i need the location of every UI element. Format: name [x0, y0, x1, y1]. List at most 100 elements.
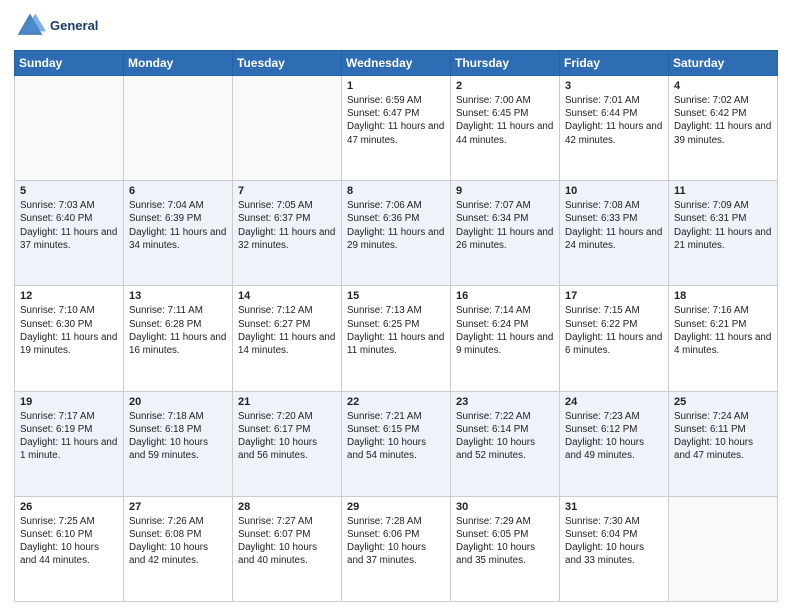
day-cell [15, 76, 124, 181]
day-number: 5 [20, 185, 118, 197]
day-cell: 27 Sunrise: 7:26 AM Sunset: 6:08 PM Dayli… [124, 496, 233, 601]
day-cell: 25 Sunrise: 7:24 AM Sunset: 6:11 PM Dayli… [669, 391, 778, 496]
day-number: 8 [347, 185, 445, 197]
logo: General [14, 10, 98, 42]
day-info: Sunrise: 7:25 AM Sunset: 6:10 PM Dayligh… [20, 515, 118, 568]
day-number: 25 [674, 396, 772, 408]
day-info: Sunrise: 7:28 AM Sunset: 6:06 PM Dayligh… [347, 515, 445, 568]
day-cell: 21Sunrise: 7:20 AM Sunset: 6:17 PM Dayli… [233, 391, 342, 496]
weekday-header-saturday: Saturday [669, 51, 778, 76]
day-info: Sunrise: 7:27 AM Sunset: 6:07 PM Dayligh… [238, 515, 336, 568]
weekday-header-tuesday: Tuesday [233, 51, 342, 76]
day-info: Sunrise: 7:17 AM Sunset: 6:19 PM Dayligh… [20, 410, 118, 463]
week-row-1: 1Sunrise: 6:59 AM Sunset: 6:47 PM Daylig… [15, 76, 778, 181]
day-cell: 20 Sunrise: 7:18 AM Sunset: 6:18 PM Dayli… [124, 391, 233, 496]
day-cell: 23Sunrise: 7:22 AM Sunset: 6:14 PM Dayli… [451, 391, 560, 496]
day-cell: 1Sunrise: 6:59 AM Sunset: 6:47 PM Daylig… [342, 76, 451, 181]
day-number: 11 [674, 185, 772, 197]
day-info: Sunrise: 7:26 AM Sunset: 6:08 PM Dayligh… [129, 515, 227, 568]
day-number: 3 [565, 80, 663, 92]
day-cell: 3 Sunrise: 7:01 AM Sunset: 6:44 PM Daylig… [560, 76, 669, 181]
weekday-header-row: SundayMondayTuesdayWednesdayThursdayFrid… [15, 51, 778, 76]
day-info: Sunrise: 7:12 AM Sunset: 6:27 PM Dayligh… [238, 304, 336, 357]
day-info: Sunrise: 7:05 AM Sunset: 6:37 PM Dayligh… [238, 199, 336, 252]
day-number: 24 [565, 396, 663, 408]
day-number: 27 [129, 501, 227, 513]
day-info: Sunrise: 7:09 AM Sunset: 6:31 PM Dayligh… [674, 199, 772, 252]
day-number: 16 [456, 290, 554, 302]
weekday-header-sunday: Sunday [15, 51, 124, 76]
day-number: 30 [456, 501, 554, 513]
day-info: Sunrise: 7:11 AM Sunset: 6:28 PM Dayligh… [129, 304, 227, 357]
week-row-3: 12 Sunrise: 7:10 AM Sunset: 6:30 PM Dayli… [15, 286, 778, 391]
day-number: 10 [565, 185, 663, 197]
logo-text: General [50, 19, 98, 33]
day-info: Sunrise: 7:13 AM Sunset: 6:25 PM Dayligh… [347, 304, 445, 357]
day-number: 29 [347, 501, 445, 513]
day-cell [124, 76, 233, 181]
day-cell: 8 Sunrise: 7:06 AM Sunset: 6:36 PM Daylig… [342, 181, 451, 286]
day-info: Sunrise: 7:00 AM Sunset: 6:45 PM Dayligh… [456, 94, 554, 147]
day-number: 21 [238, 396, 336, 408]
day-info: Sunrise: 7:21 AM Sunset: 6:15 PM Dayligh… [347, 410, 445, 463]
day-info: Sunrise: 7:14 AM Sunset: 6:24 PM Dayligh… [456, 304, 554, 357]
day-number: 2 [456, 80, 554, 92]
day-number: 20 [129, 396, 227, 408]
day-cell: 26 Sunrise: 7:25 AM Sunset: 6:10 PM Dayli… [15, 496, 124, 601]
day-number: 13 [129, 290, 227, 302]
day-info: Sunrise: 7:04 AM Sunset: 6:39 PM Dayligh… [129, 199, 227, 252]
day-cell: 2 Sunrise: 7:00 AM Sunset: 6:45 PM Daylig… [451, 76, 560, 181]
day-number: 12 [20, 290, 118, 302]
day-cell: 24 Sunrise: 7:23 AM Sunset: 6:12 PM Dayli… [560, 391, 669, 496]
page: General SundayMondayTuesdayWednesdayThur… [0, 0, 792, 612]
week-row-2: 5 Sunrise: 7:03 AM Sunset: 6:40 PM Daylig… [15, 181, 778, 286]
day-info: Sunrise: 7:23 AM Sunset: 6:12 PM Dayligh… [565, 410, 663, 463]
day-cell: 30 Sunrise: 7:29 AM Sunset: 6:05 PM Dayli… [451, 496, 560, 601]
day-number: 26 [20, 501, 118, 513]
day-cell: 28Sunrise: 7:27 AM Sunset: 6:07 PM Dayli… [233, 496, 342, 601]
day-number: 1 [347, 80, 445, 92]
weekday-header-wednesday: Wednesday [342, 51, 451, 76]
day-info: Sunrise: 7:29 AM Sunset: 6:05 PM Dayligh… [456, 515, 554, 568]
day-info: Sunrise: 7:10 AM Sunset: 6:30 PM Dayligh… [20, 304, 118, 357]
day-number: 23 [456, 396, 554, 408]
day-number: 17 [565, 290, 663, 302]
day-cell: 18Sunrise: 7:16 AM Sunset: 6:21 PM Dayli… [669, 286, 778, 391]
weekday-header-monday: Monday [124, 51, 233, 76]
day-cell [233, 76, 342, 181]
day-cell: 16 Sunrise: 7:14 AM Sunset: 6:24 PM Dayli… [451, 286, 560, 391]
week-row-4: 19 Sunrise: 7:17 AM Sunset: 6:19 PM Dayli… [15, 391, 778, 496]
day-info: Sunrise: 7:01 AM Sunset: 6:44 PM Dayligh… [565, 94, 663, 147]
day-info: Sunrise: 7:24 AM Sunset: 6:11 PM Dayligh… [674, 410, 772, 463]
day-number: 15 [347, 290, 445, 302]
weekday-header-thursday: Thursday [451, 51, 560, 76]
day-info: Sunrise: 7:06 AM Sunset: 6:36 PM Dayligh… [347, 199, 445, 252]
day-cell: 15 Sunrise: 7:13 AM Sunset: 6:25 PM Dayli… [342, 286, 451, 391]
day-number: 4 [674, 80, 772, 92]
day-cell: 14 Sunrise: 7:12 AM Sunset: 6:27 PM Dayli… [233, 286, 342, 391]
day-number: 9 [456, 185, 554, 197]
day-number: 14 [238, 290, 336, 302]
day-cell [669, 496, 778, 601]
day-cell: 5 Sunrise: 7:03 AM Sunset: 6:40 PM Daylig… [15, 181, 124, 286]
day-number: 6 [129, 185, 227, 197]
day-info: Sunrise: 7:07 AM Sunset: 6:34 PM Dayligh… [456, 199, 554, 252]
day-cell: 17 Sunrise: 7:15 AM Sunset: 6:22 PM Dayli… [560, 286, 669, 391]
week-row-5: 26 Sunrise: 7:25 AM Sunset: 6:10 PM Dayli… [15, 496, 778, 601]
calendar-table: SundayMondayTuesdayWednesdayThursdayFrid… [14, 50, 778, 602]
day-cell: 19 Sunrise: 7:17 AM Sunset: 6:19 PM Dayli… [15, 391, 124, 496]
day-number: 22 [347, 396, 445, 408]
day-info: Sunrise: 7:30 AM Sunset: 6:04 PM Dayligh… [565, 515, 663, 568]
day-info: Sunrise: 7:15 AM Sunset: 6:22 PM Dayligh… [565, 304, 663, 357]
day-number: 31 [565, 501, 663, 513]
day-number: 18 [674, 290, 772, 302]
day-info: Sunrise: 7:18 AM Sunset: 6:18 PM Dayligh… [129, 410, 227, 463]
day-info: Sunrise: 7:03 AM Sunset: 6:40 PM Dayligh… [20, 199, 118, 252]
day-cell: 10 Sunrise: 7:08 AM Sunset: 6:33 PM Dayli… [560, 181, 669, 286]
day-info: Sunrise: 7:08 AM Sunset: 6:33 PM Dayligh… [565, 199, 663, 252]
day-number: 19 [20, 396, 118, 408]
weekday-header-friday: Friday [560, 51, 669, 76]
day-info: Sunrise: 7:02 AM Sunset: 6:42 PM Dayligh… [674, 94, 772, 147]
day-cell: 12 Sunrise: 7:10 AM Sunset: 6:30 PM Dayli… [15, 286, 124, 391]
day-cell: 6 Sunrise: 7:04 AM Sunset: 6:39 PM Daylig… [124, 181, 233, 286]
